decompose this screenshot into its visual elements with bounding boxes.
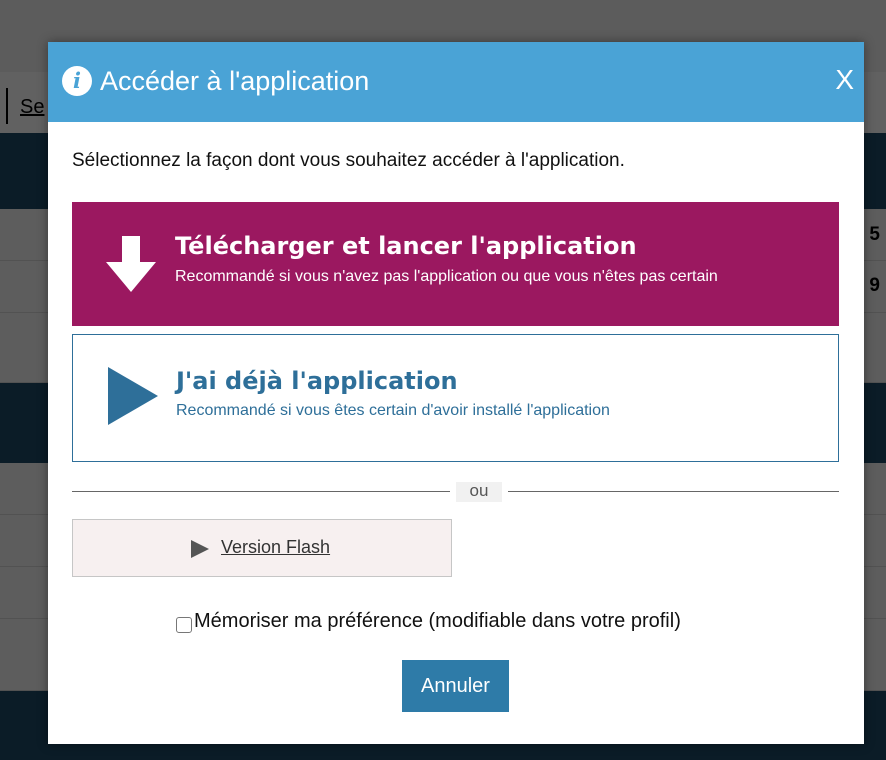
remember-preference-checkbox[interactable]	[176, 617, 192, 633]
dialog-intro-text: Sélectionnez la façon dont vous souhaite…	[72, 150, 625, 171]
close-button[interactable]: X	[835, 64, 854, 96]
info-icon: i	[62, 66, 92, 96]
already-installed-option[interactable]: J'ai déjà l'application Recommandé si vo…	[72, 334, 839, 462]
download-option-title: Télécharger et lancer l'application	[175, 232, 637, 260]
download-option-subtitle: Recommandé si vous n'avez pas l'applicat…	[175, 268, 718, 285]
play-icon	[191, 540, 209, 558]
launch-option-subtitle: Recommandé si vous êtes certain d'avoir …	[176, 402, 610, 419]
dialog-title: Accéder à l'application	[100, 66, 370, 96]
download-and-launch-option[interactable]: Télécharger et lancer l'application Reco…	[72, 202, 839, 326]
remember-preference-label[interactable]: Mémoriser ma préférence (modifiable dans…	[194, 610, 681, 633]
divider-line	[508, 491, 839, 492]
divider-label: ou	[456, 482, 502, 502]
flash-version-button[interactable]: Version Flash	[72, 519, 452, 577]
divider-line	[72, 491, 450, 492]
cancel-button[interactable]: Annuler	[402, 660, 509, 712]
access-app-dialog: i Accéder à l'application X Sélectionnez…	[48, 42, 864, 744]
launch-option-title: J'ai déjà l'application	[176, 367, 458, 395]
dialog-header: i Accéder à l'application X	[48, 42, 864, 122]
download-arrow-icon	[106, 236, 156, 292]
play-icon	[108, 367, 158, 425]
or-divider: ou	[72, 482, 839, 502]
flash-version-link[interactable]: Version Flash	[221, 537, 330, 558]
